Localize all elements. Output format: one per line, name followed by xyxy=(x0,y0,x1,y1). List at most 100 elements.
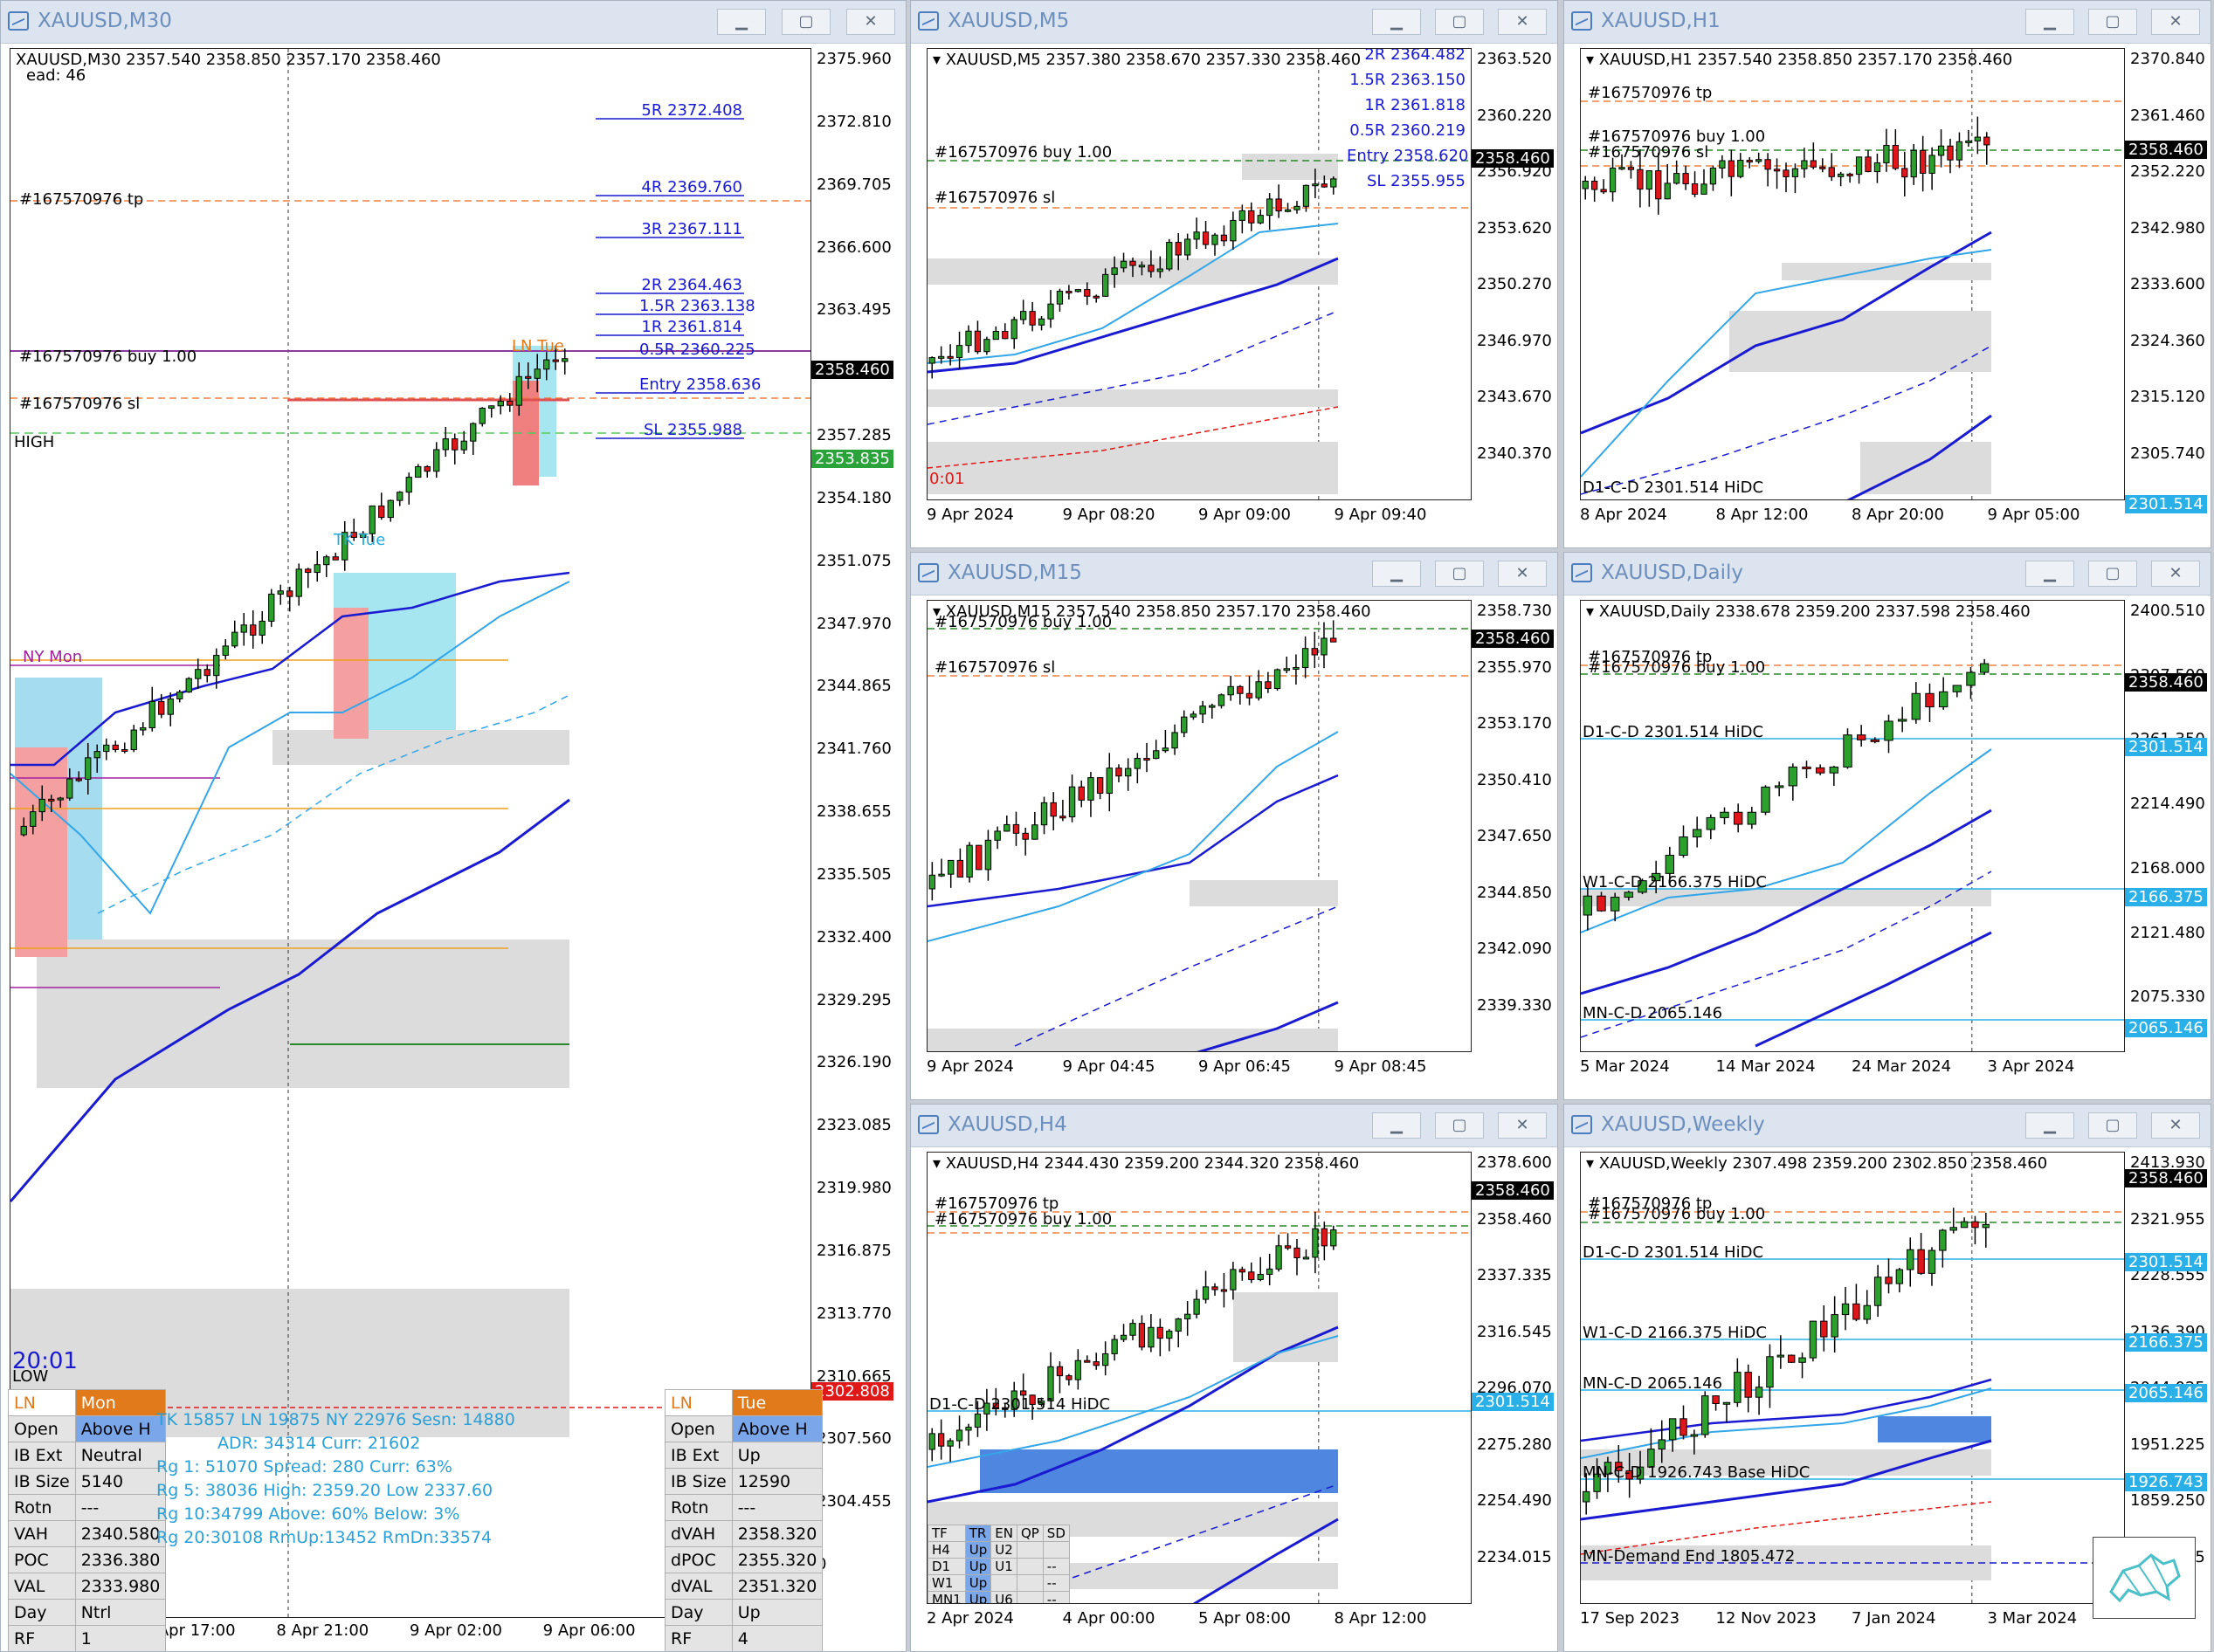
close-button[interactable]: ✕ xyxy=(846,9,895,35)
window-m5[interactable]: XAUUSD,M5 ▁ ▢ ✕ ▾ XAUUSD,M5 2357.380 2358… xyxy=(910,0,1558,548)
candle xyxy=(1911,692,1921,720)
titlebar-m5[interactable]: XAUUSD,M5 ▁ ▢ ✕ xyxy=(911,1,1557,44)
minimize-button[interactable]: ▁ xyxy=(1372,561,1421,587)
price-axis-h4-tick: 2234.015 xyxy=(1477,1547,1552,1566)
maximize-button[interactable]: ▢ xyxy=(2088,561,2137,587)
candle xyxy=(121,748,128,752)
candle xyxy=(1129,260,1136,266)
time-axis-m5-tick: 9 Apr 09:40 xyxy=(1334,506,1427,524)
window-daily[interactable]: XAUUSD,Daily ▁ ▢ ✕ ▾ XAUUSD,Daily 2338.67… xyxy=(1563,552,2211,1100)
price-axis-daily-tick: 2168.000 xyxy=(2130,858,2205,878)
window-h4[interactable]: XAUUSD,H4 ▁ ▢ ✕ ▾ XAUUSD,H4 2344.430 2359… xyxy=(910,1104,1558,1652)
window-h1[interactable]: XAUUSD,H1 ▁ ▢ ✕ ▾ XAUUSD,H1 2357.540 2358… xyxy=(1563,0,2211,548)
low-label: LOW xyxy=(12,1367,49,1386)
candle xyxy=(1983,136,1990,146)
r-level-label: 0.5R 2360.225 xyxy=(639,341,755,359)
candle xyxy=(1148,1326,1155,1348)
candle xyxy=(1966,671,1976,686)
minimize-button[interactable]: ▁ xyxy=(1372,1112,1421,1139)
price-axis-h4-tick: 2378.600 xyxy=(1477,1153,1552,1172)
candle xyxy=(1166,1331,1173,1339)
tag_low-tag: 2301.514 xyxy=(2125,495,2207,513)
candle xyxy=(992,330,999,341)
time-axis-m15-tick: 9 Apr 08:45 xyxy=(1334,1057,1427,1076)
session-cell: IB Size xyxy=(8,1468,76,1495)
candle xyxy=(1720,811,1729,818)
session-panel-right: LN Tue Open Above H IB Ext Up IB Size 12590 Rotn… xyxy=(665,1389,824,1651)
close-button[interactable]: ✕ xyxy=(1498,1112,1547,1139)
candle xyxy=(1050,802,1057,817)
candle xyxy=(1892,144,1899,169)
minimize-button[interactable]: ▁ xyxy=(717,9,766,35)
chart-info-h1: ▾ XAUUSD,H1 2357.540 2358.850 2357.170 2… xyxy=(1586,51,2013,69)
candle xyxy=(460,440,467,451)
titlebar-weekly[interactable]: XAUUSD,Weekly ▁ ▢ ✕ xyxy=(1564,1105,2211,1147)
time-axis-weekly-tick: 7 Jan 2024 xyxy=(1852,1609,1936,1628)
titlebar-m15[interactable]: XAUUSD,M15 ▁ ▢ ✕ xyxy=(911,553,1557,595)
price-axis-m5-tick: 2343.670 xyxy=(1477,388,1552,406)
candle xyxy=(452,438,459,451)
candle xyxy=(1591,180,1598,190)
maximize-button[interactable]: ▢ xyxy=(1435,9,1484,35)
tag_w1-tag: 2166.375 xyxy=(2125,888,2207,906)
d1-label: D1-C-D 2301.514 HiDC xyxy=(1583,1243,1764,1262)
chart-area-h1[interactable]: ▾ XAUUSD,H1 2357.540 2358.850 2357.170 2… xyxy=(1580,48,2125,500)
titlebar-h1[interactable]: XAUUSD,H1 ▁ ▢ ✕ xyxy=(1564,1,2211,44)
price-axis-m30-tick: 2363.495 xyxy=(817,300,892,320)
r-level-label: 0.5R 2360.219 xyxy=(1349,121,1466,140)
candle xyxy=(1059,816,1066,819)
candle xyxy=(1237,685,1244,694)
chart-area-weekly[interactable]: ▾ XAUUSD,Weekly 2307.498 2359.200 2302.8… xyxy=(1580,1152,2125,1604)
minimize-button[interactable]: ▁ xyxy=(1372,9,1421,35)
maximize-button[interactable]: ▢ xyxy=(782,9,831,35)
candle xyxy=(1181,716,1188,733)
chart-area-m30[interactable]: XAUUSD,M30 2357.540 2358.850 2357.170 23… xyxy=(10,48,811,1618)
candle xyxy=(1093,1361,1100,1366)
session-cell: 2336.380 xyxy=(74,1546,167,1573)
maximize-button[interactable]: ▢ xyxy=(1435,561,1484,587)
session-cell: Day xyxy=(665,1599,733,1626)
window-m30[interactable]: XAUUSD,M30 ▁ ▢ ✕ XAUUSD,M30 2357.540 235… xyxy=(0,0,907,1652)
titlebar-h4[interactable]: XAUUSD,H4 ▁ ▢ ✕ xyxy=(911,1105,1557,1147)
sl-label: #167570976 sl xyxy=(1588,143,1709,162)
session-cell: 5140 xyxy=(74,1468,167,1495)
candle xyxy=(1217,694,1225,706)
candle xyxy=(305,568,312,574)
minimize-button[interactable]: ▁ xyxy=(2025,561,2074,587)
close-button[interactable]: ✕ xyxy=(2151,9,2200,35)
close-button[interactable]: ✕ xyxy=(1498,561,1547,587)
tp-label: #167570976 tp xyxy=(19,190,144,209)
candle xyxy=(203,669,210,677)
candle xyxy=(1658,1439,1666,1450)
chart-area-daily[interactable]: ▾ XAUUSD,Daily 2338.678 2359.200 2337.59… xyxy=(1580,600,2125,1052)
candle xyxy=(1690,1434,1699,1437)
candle xyxy=(1774,785,1784,788)
candle xyxy=(1330,1229,1337,1247)
maximize-button[interactable]: ▢ xyxy=(2088,9,2137,35)
candle xyxy=(1755,159,1762,162)
window-title-h4: XAUUSD,H4 xyxy=(948,1113,1067,1136)
minimize-button[interactable]: ▁ xyxy=(2025,9,2074,35)
candle xyxy=(1106,767,1114,795)
candle xyxy=(1809,1320,1817,1359)
candle xyxy=(1863,1304,1871,1320)
close-button[interactable]: ✕ xyxy=(2151,1112,2200,1139)
window-m15[interactable]: XAUUSD,M15 ▁ ▢ ✕ ▾ XAUUSD,M15 2357.540 23… xyxy=(910,552,1558,1100)
minimize-button[interactable]: ▁ xyxy=(2025,1112,2074,1139)
session-cell: 2333.980 xyxy=(74,1573,167,1600)
titlebar-daily[interactable]: XAUUSD,Daily ▁ ▢ ✕ xyxy=(1564,553,2211,595)
chart-area-h4[interactable]: ▾ XAUUSD,H4 2344.430 2359.200 2344.320 2… xyxy=(927,1152,1472,1604)
chart-area-m5[interactable]: ▾ XAUUSD,M5 2357.380 2358.670 2357.330 2… xyxy=(927,48,1472,500)
candle xyxy=(1004,823,1010,832)
candle xyxy=(1691,183,1699,195)
maximize-button[interactable]: ▢ xyxy=(2088,1112,2137,1139)
titlebar-m30[interactable]: XAUUSD,M30 ▁ ▢ ✕ xyxy=(1,1,906,44)
chart-area-m15[interactable]: ▾ XAUUSD,M15 2357.540 2358.850 2357.170 … xyxy=(927,600,1472,1052)
candle xyxy=(1193,231,1200,240)
candle xyxy=(323,556,330,566)
close-button[interactable]: ✕ xyxy=(2151,561,2200,587)
candle xyxy=(1321,183,1328,188)
candle xyxy=(1102,1353,1109,1366)
maximize-button[interactable]: ▢ xyxy=(1435,1112,1484,1139)
close-button[interactable]: ✕ xyxy=(1498,9,1547,35)
